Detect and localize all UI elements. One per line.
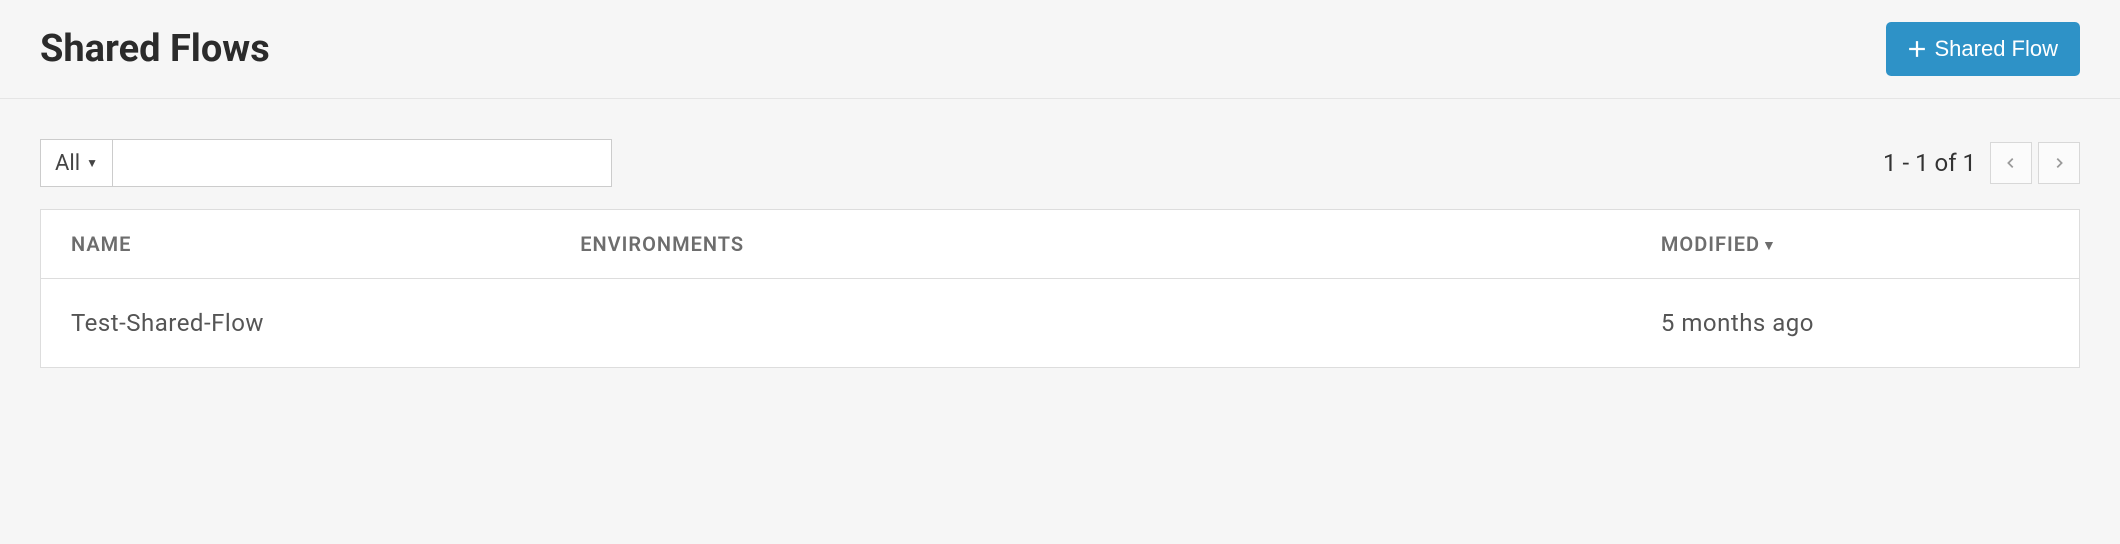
cell-modified: 5 months ago <box>1631 279 2080 368</box>
sort-desc-icon: ▼ <box>1762 238 1777 254</box>
filter-selected-label: All <box>55 151 80 176</box>
filter-group: All ▼ <box>40 139 612 187</box>
cell-name: Test-Shared-Flow <box>41 279 551 368</box>
filter-dropdown[interactable]: All ▼ <box>40 139 112 187</box>
caret-down-icon: ▼ <box>86 156 98 170</box>
column-header-modified-label: MODIFIED <box>1661 232 1760 256</box>
column-header-environments[interactable]: ENVIRONMENTS <box>550 210 1631 279</box>
plus-icon <box>1908 40 1926 58</box>
chevron-right-icon <box>2052 156 2066 170</box>
pager-prev-button[interactable] <box>1990 142 2032 184</box>
search-input[interactable] <box>112 139 612 187</box>
cell-environments <box>550 279 1631 368</box>
create-shared-flow-button[interactable]: Shared Flow <box>1886 22 2080 76</box>
create-button-label: Shared Flow <box>1934 36 2058 62</box>
pager: 1 - 1 of 1 <box>1883 142 2080 184</box>
chevron-left-icon <box>2004 156 2018 170</box>
shared-flows-table: NAME ENVIRONMENTS MODIFIED▼ Test-Shared-… <box>40 209 2080 368</box>
column-header-modified[interactable]: MODIFIED▼ <box>1631 210 2080 279</box>
page-title: Shared Flows <box>40 27 270 71</box>
column-header-name[interactable]: NAME <box>41 210 551 279</box>
table-row[interactable]: Test-Shared-Flow 5 months ago <box>41 279 2080 368</box>
pager-range-text: 1 - 1 of 1 <box>1883 149 1976 177</box>
pager-next-button[interactable] <box>2038 142 2080 184</box>
